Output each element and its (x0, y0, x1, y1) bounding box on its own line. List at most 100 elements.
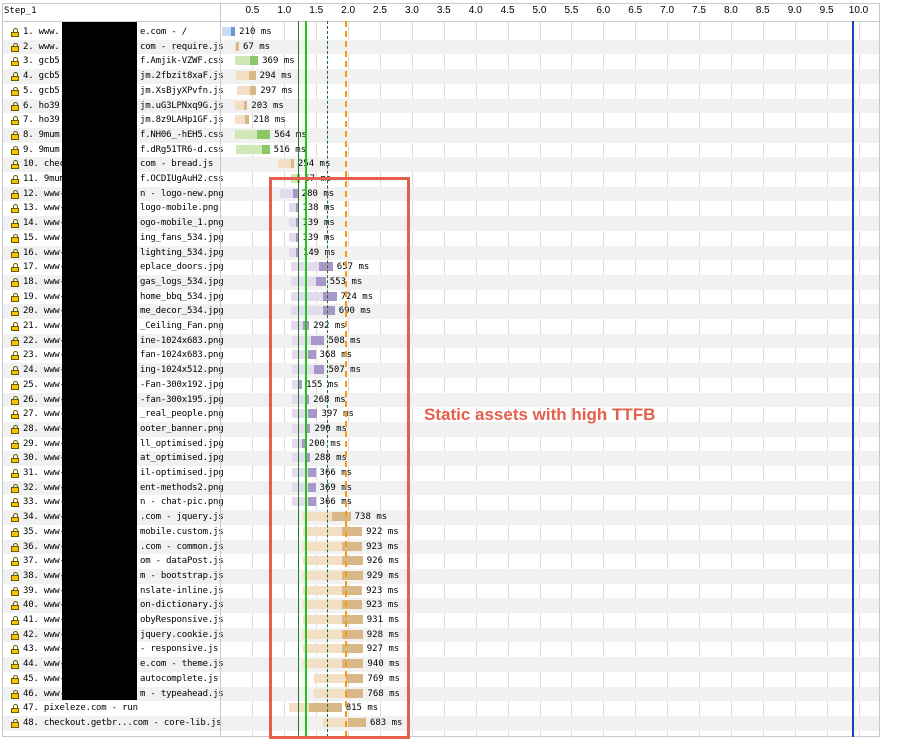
request-label: 26. www- (23, 394, 65, 405)
request-row[interactable]: 48. checkout.getbr...com - core-lib.js 68… (3, 715, 879, 731)
onload-line (852, 21, 854, 737)
lock-icon (11, 307, 19, 317)
request-suffix: f.OCDIUgAuH2.css (140, 174, 224, 184)
lock-icon (11, 674, 19, 684)
time-tick: 1.0 (277, 5, 292, 16)
request-suffix: obyResponsive.js (140, 615, 224, 625)
request-label: 39. www- (23, 585, 65, 596)
lock-icon (11, 42, 19, 52)
request-bar[interactable] (221, 27, 236, 36)
request-suffix: ing-1024x512.png (140, 365, 224, 376)
request-bar[interactable] (234, 41, 239, 51)
time-tick: 7.5 (692, 5, 706, 16)
request-bar[interactable] (277, 159, 294, 169)
lock-icon (11, 57, 19, 67)
time-tick: 0.5 (245, 5, 260, 16)
lock-icon (11, 366, 19, 376)
request-label: 40. www- (23, 600, 65, 611)
request-label: 5. gcb5 (23, 85, 60, 96)
duration-label: 564 ms (274, 129, 307, 140)
request-suffix: f.NH06_-hEH5.css (140, 129, 224, 140)
request-suffix: n - logo-new.png (140, 188, 224, 199)
lock-icon (11, 704, 19, 714)
request-suffix: -Fan-300x192.jpg (140, 379, 224, 390)
request-suffix: n - chat-pic.png (140, 497, 224, 508)
request-suffix: _Ceiling_Fan.png (140, 321, 224, 331)
request-label: 35. www- (23, 526, 65, 537)
request-label: 34. www- (23, 512, 65, 523)
request-bar[interactable] (235, 115, 250, 125)
request-suffix: _real_people.png (140, 409, 224, 420)
request-suffix: autocomplete.js (140, 673, 219, 684)
request-suffix: at_optimised.jpg (140, 453, 224, 464)
lock-icon (11, 189, 19, 199)
request-label: 23. www- (23, 350, 65, 361)
lock-icon (11, 28, 19, 37)
time-tick: 4.5 (500, 5, 515, 16)
lock-icon (11, 233, 19, 243)
request-suffix: e.com - theme.js (140, 659, 224, 670)
request-suffix: com - bread.js (140, 159, 214, 170)
request-suffix: jm.8z9LAHp1GF.js (140, 115, 224, 126)
lock-icon (11, 513, 19, 523)
lock-icon (11, 630, 19, 640)
lock-icon (11, 718, 19, 728)
request-suffix: fan-1024x683.png (140, 350, 224, 361)
request-label: 21. www- (23, 321, 65, 331)
time-tick: 9.0 (787, 5, 802, 16)
lock-icon (11, 248, 19, 258)
request-suffix: ent-methods2.png (140, 482, 224, 493)
request-suffix: e.com - / (140, 27, 187, 37)
request-bar[interactable] (236, 144, 270, 154)
duration-label: 218 ms (253, 115, 286, 126)
time-tick: 5.0 (532, 5, 547, 16)
duration-label: 369 ms (262, 56, 295, 67)
download-segment (249, 85, 257, 95)
lock-icon (11, 175, 19, 184)
time-tick: 7.0 (660, 5, 675, 16)
download-segment (244, 100, 248, 110)
request-suffix: f.dRg51TR6-d.css (140, 144, 224, 155)
lock-icon (11, 160, 19, 170)
time-tick: 9.5 (819, 5, 834, 16)
request-label: 12. www- (23, 188, 65, 199)
request-label: 36. www- (23, 541, 65, 552)
request-label: 18. www- (23, 276, 65, 287)
request-label: 8. 9mum (23, 129, 60, 140)
request-label: 45. www- (23, 673, 65, 684)
request-row[interactable]: 47. pixeleze.com - run 815 ms (3, 701, 879, 716)
request-suffix: ine-1024x683.png (140, 335, 224, 346)
request-label: 3. gcb5 (23, 56, 60, 67)
request-bar[interactable] (234, 129, 271, 139)
request-label: 27. www- (23, 409, 65, 420)
request-suffix: ooter_banner.png (140, 423, 224, 434)
request-bar[interactable] (234, 100, 248, 110)
download-segment (231, 27, 236, 36)
request-label: 44. www- (23, 659, 65, 670)
request-label: 28. www- (23, 423, 65, 434)
request-suffix: ll_optimised.jpg (140, 438, 224, 449)
lock-icon (11, 527, 19, 537)
lock-icon (11, 616, 19, 625)
lock-icon (11, 204, 19, 214)
time-tick: 6.5 (628, 5, 643, 16)
request-bar[interactable] (236, 71, 256, 81)
time-tick: 3.5 (436, 5, 451, 16)
request-suffix: m - bootstrap.js (140, 570, 224, 581)
request-suffix: jm.2fbzit8xaF.js (140, 71, 224, 82)
duration-label: 297 ms (260, 85, 293, 96)
request-bar[interactable] (237, 85, 257, 95)
lock-icon (11, 660, 19, 670)
request-suffix: - responsive.js (140, 644, 219, 655)
request-label: 22. www- (23, 335, 65, 346)
lock-icon (11, 424, 19, 434)
download-segment (290, 159, 294, 169)
lock-icon (11, 601, 19, 611)
request-label: 47. pixeleze.com - run (23, 703, 138, 714)
download-segment (261, 144, 270, 154)
download-segment (256, 129, 271, 139)
request-label: 41. www- (23, 615, 65, 625)
request-bar[interactable] (234, 56, 259, 66)
request-suffix: home_bbq_534.jpg (140, 291, 224, 302)
lock-icon (11, 336, 19, 346)
